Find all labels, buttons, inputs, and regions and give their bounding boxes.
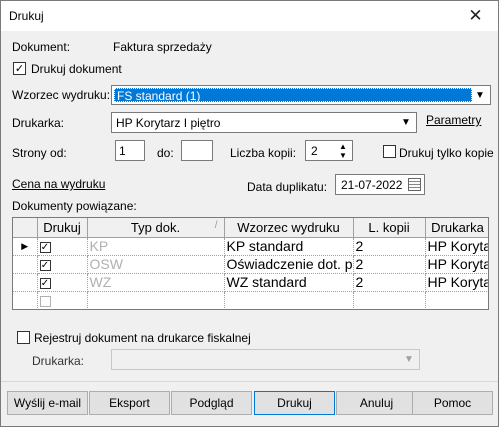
drukuj-dokument-checkbox[interactable]: ✓ — [13, 62, 26, 75]
dokument-value: Faktura sprzedaży — [113, 40, 212, 54]
footer-divider — [1, 381, 498, 382]
strony-od-input[interactable]: 1 — [115, 140, 145, 161]
title-bar: Drukuj ✕ — [1, 1, 498, 31]
liczba-kopii-value: 2 — [311, 144, 318, 158]
tylko-kopie-label: Drukuj tylko kopie — [399, 146, 494, 160]
col-typ-dok[interactable]: Typ dok. / — [87, 218, 225, 238]
help-button[interactable]: Pomoc — [412, 391, 493, 415]
wzorzec-selected-value: FS standard (1) — [114, 88, 472, 103]
col-drukuj[interactable]: Drukuj — [37, 218, 88, 238]
tylko-kopie-checkbox[interactable] — [383, 145, 396, 158]
chevron-down-icon[interactable]: ▼ — [398, 113, 414, 132]
cell-kopii[interactable]: 2 — [353, 237, 426, 256]
row-indicator — [13, 255, 38, 274]
col-typ-dok-label: Typ dok. — [130, 219, 181, 235]
fiscal-drukarka-select[interactable]: ▼ — [111, 349, 420, 370]
window-title: Drukuj — [9, 9, 44, 23]
chevron-down-icon[interactable]: ▼ — [401, 350, 417, 369]
row-print-checkbox[interactable]: ✓ — [39, 259, 51, 271]
row-print-checkbox[interactable]: ✓ — [39, 241, 51, 253]
cell-typ: OSW — [87, 255, 225, 274]
table-row[interactable]: ▶ ✓ KP KP standard 2 HP Korytar — [13, 237, 488, 256]
cell-drukarka[interactable]: HP Korytar — [425, 237, 488, 256]
data-duplikatu-input[interactable]: 21-07-2022 — [335, 174, 425, 195]
new-row-checkbox[interactable] — [39, 295, 51, 307]
dokument-label: Dokument: — [12, 40, 71, 54]
new-row[interactable] — [13, 291, 488, 309]
liczba-kopii-spinner[interactable]: 2 ▲ ▼ — [305, 140, 353, 161]
current-row-icon: ▶ — [13, 237, 38, 256]
table-row[interactable]: ✓ WZ WZ standard 2 HP Korytar — [13, 273, 488, 292]
table-row[interactable]: ✓ OSW Oświadczenie dot. po 2 HP Korytar — [13, 255, 488, 274]
rejestruj-fiskalnej-checkbox[interactable] — [17, 331, 30, 344]
cell-kopii[interactable]: 2 — [353, 255, 426, 274]
export-button[interactable]: Eksport — [89, 391, 170, 415]
cell-drukarka[interactable]: HP Korytar — [425, 273, 488, 292]
rejestruj-fiskalnej-label: Rejestruj dokument na drukarce fiskalnej — [34, 331, 251, 345]
cena-na-wydruku-link[interactable]: Cena na wydruku — [12, 177, 105, 191]
parametry-link[interactable]: Parametry — [426, 113, 481, 127]
print-dialog: Drukuj ✕ Dokument: Faktura sprzedaży ✓ D… — [0, 0, 499, 427]
row-print-checkbox[interactable]: ✓ — [39, 277, 51, 289]
col-kopii[interactable]: L. kopii — [353, 218, 426, 238]
do-input[interactable] — [181, 140, 213, 161]
close-icon[interactable]: ✕ — [453, 1, 498, 31]
empty-cell — [425, 291, 488, 309]
sort-icon: / — [214, 220, 218, 231]
cell-typ: KP — [87, 237, 225, 256]
data-duplikatu-value: 21-07-2022 — [341, 178, 403, 192]
cell-wzorzec[interactable]: Oświadczenie dot. po — [224, 255, 354, 274]
cell-drukarka[interactable]: HP Korytar — [425, 255, 488, 274]
col-wzorzec[interactable]: Wzorzec wydruku — [224, 218, 354, 238]
wzorzec-select[interactable]: FS standard (1) ▼ — [111, 85, 491, 105]
col-drukarka[interactable]: Drukarka — [425, 218, 488, 238]
preview-button[interactable]: Podgląd — [171, 391, 252, 415]
row-indicator — [13, 273, 38, 292]
wzorzec-label: Wzorzec wydruku: — [12, 88, 111, 102]
drukarka-select[interactable]: HP Korytarz I piętro ▼ — [111, 112, 417, 133]
cell-wzorzec[interactable]: KP standard — [224, 237, 354, 256]
drukuj-dokument-label: Drukuj dokument — [31, 62, 122, 76]
empty-cell — [87, 291, 225, 309]
empty-cell — [224, 291, 354, 309]
data-duplikatu-label: Data duplikatu: — [247, 180, 328, 194]
strony-od-value: 1 — [119, 144, 126, 158]
do-label: do: — [157, 146, 174, 160]
send-email-button[interactable]: Wyślij e-mail — [7, 391, 88, 415]
spin-down-icon[interactable]: ▼ — [335, 151, 351, 160]
fiscal-drukarka-label: Drukarka: — [32, 354, 85, 368]
strony-od-label: Strony od: — [12, 146, 67, 160]
related-documents-grid: Drukuj Typ dok. / Wzorzec wydruku L. kop… — [12, 217, 489, 310]
dokumenty-powiazane-label: Dokumenty powiązane: — [12, 199, 137, 213]
liczba-kopii-label: Liczba kopii: — [230, 146, 297, 160]
row-indicator-header — [13, 218, 38, 238]
print-button[interactable]: Drukuj — [254, 391, 335, 415]
cell-kopii[interactable]: 2 — [353, 273, 426, 292]
empty-cell — [353, 291, 426, 309]
row-indicator — [13, 291, 38, 309]
cell-wzorzec[interactable]: WZ standard — [224, 273, 354, 292]
drukarka-label: Drukarka: — [12, 116, 65, 130]
cell-typ: WZ — [87, 273, 225, 292]
spin-up-icon[interactable]: ▲ — [335, 142, 351, 151]
chevron-down-icon[interactable]: ▼ — [472, 86, 488, 104]
cancel-button[interactable]: Anuluj — [336, 391, 417, 415]
drukarka-value: HP Korytarz I piętro — [116, 116, 221, 130]
calendar-icon[interactable] — [408, 178, 421, 191]
